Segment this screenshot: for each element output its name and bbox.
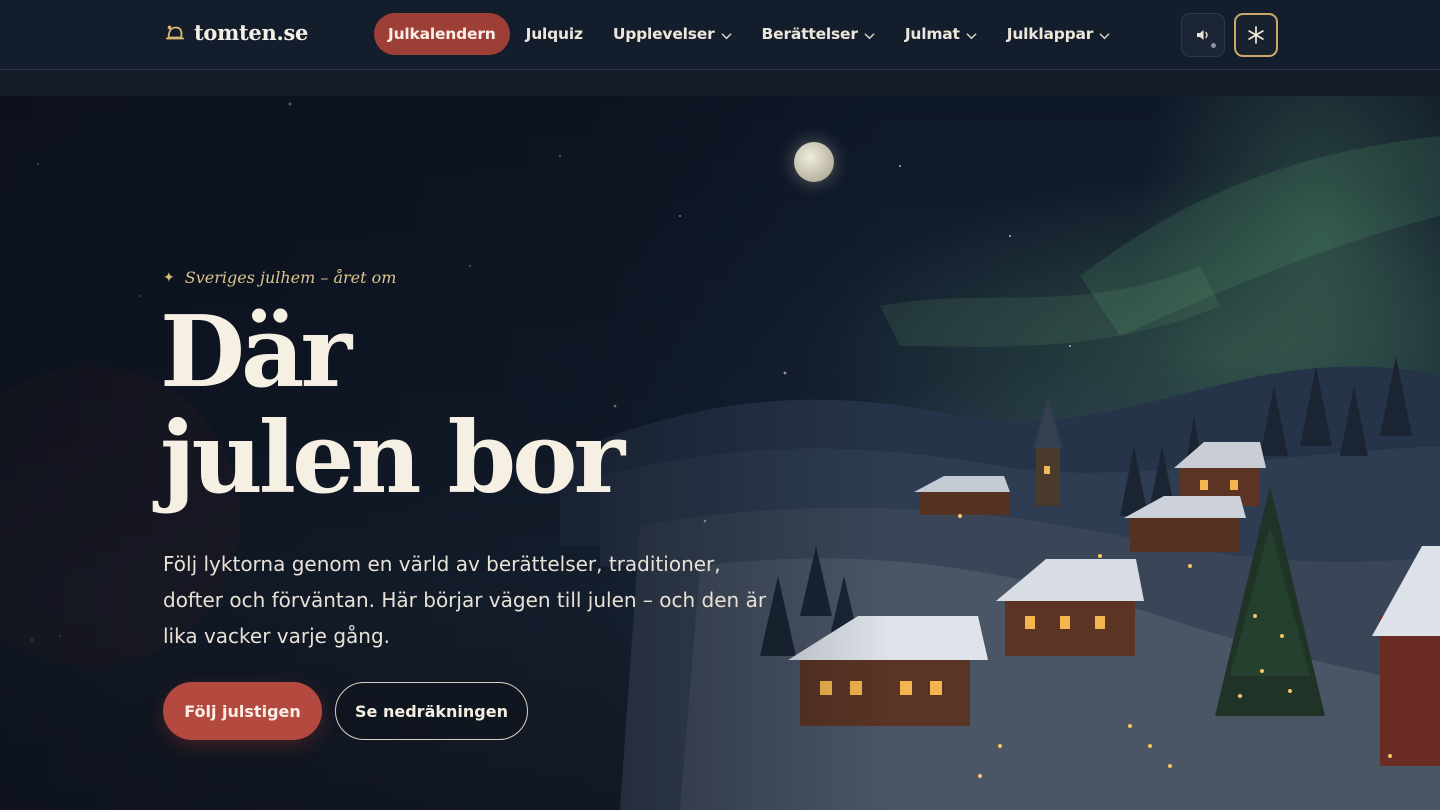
brand-name: tomten.se — [194, 20, 309, 45]
hero-eyebrow: ✦ Sveriges julhem – året om — [163, 268, 396, 287]
top-navigation: tomten.se Julkalendern Julquiz Upplevels… — [0, 0, 1440, 70]
sound-status-dot — [1211, 43, 1216, 48]
nav-item-label: Julmat — [904, 25, 960, 43]
chevron-down-icon — [1099, 32, 1110, 39]
sparkle-icon: ✦ — [163, 269, 175, 286]
nav-item-upplevelser[interactable]: Upplevelser — [599, 13, 746, 55]
chevron-down-icon — [966, 32, 977, 39]
snow-toggle-button[interactable] — [1234, 13, 1278, 57]
bell-icon — [165, 25, 185, 39]
eyebrow-text: Sveriges julhem – året om — [184, 268, 397, 287]
hero-lead-text: Följ lyktorna genom en värld av berättel… — [163, 552, 767, 648]
countdown-button[interactable]: Se nedräkningen — [335, 682, 528, 740]
nav-item-julquiz[interactable]: Julquiz — [512, 13, 597, 55]
nav-item-label: Julquiz — [525, 25, 583, 43]
nav-item-label: Julklappar — [1006, 25, 1094, 43]
sound-toggle-button[interactable] — [1181, 13, 1225, 57]
asterisk-snow-icon — [1248, 26, 1264, 44]
nav-item-berattelser[interactable]: Berättelser — [748, 13, 889, 55]
nav-shadow-strip — [0, 70, 1440, 96]
nav-item-julmat[interactable]: Julmat — [891, 13, 991, 55]
nav-item-julklappar[interactable]: Julklappar — [993, 13, 1125, 55]
chevron-down-icon — [720, 32, 732, 39]
chevron-down-icon — [864, 32, 875, 39]
follow-trail-button[interactable]: Följ julstigen — [163, 682, 322, 740]
nav-item-label: Julkalendern — [388, 25, 496, 43]
hero-headline: Där julen bor — [160, 300, 720, 512]
headline-line-1: Där — [160, 295, 352, 410]
moon — [794, 142, 834, 182]
nav-item-julkalendern[interactable]: Julkalendern — [374, 13, 510, 55]
headline-line-2: julen bor — [160, 401, 625, 516]
speaker-icon — [1197, 30, 1208, 40]
main-menu: Julkalendern Julquiz Upplevelser Berätte… — [374, 13, 1124, 55]
nav-item-label: Berättelser — [761, 25, 858, 43]
nav-item-label: Upplevelser — [612, 25, 715, 43]
brand-logo-link[interactable]: tomten.se — [164, 20, 308, 45]
